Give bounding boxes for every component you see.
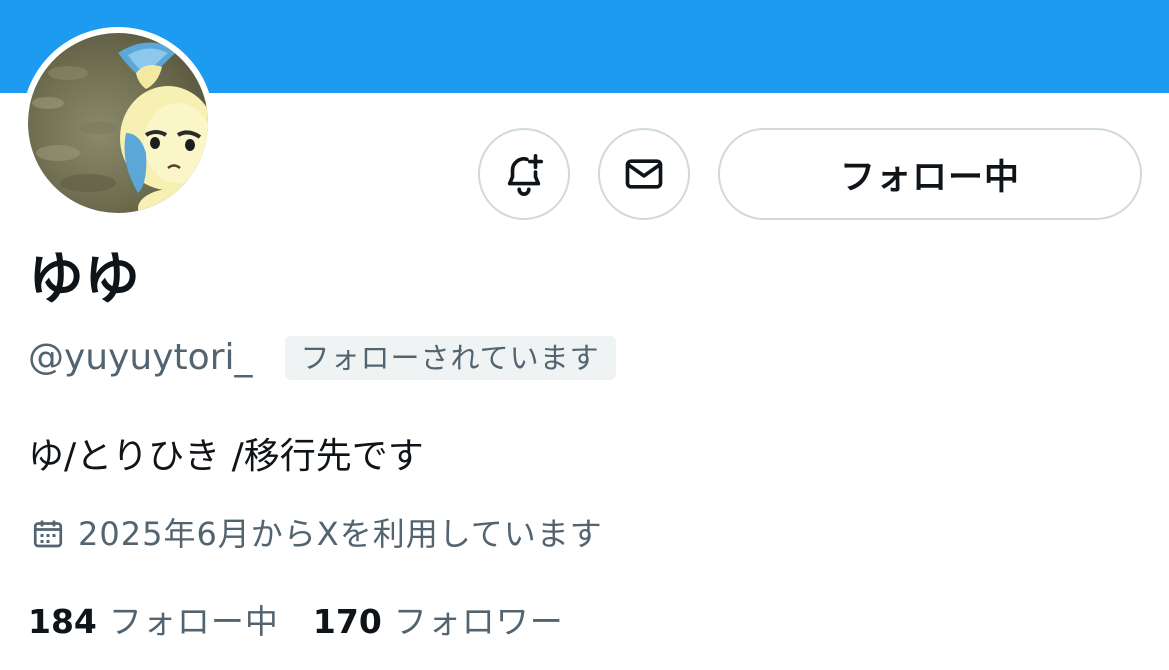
following-label: フォロー中 — [108, 602, 279, 641]
following-button[interactable]: フォロー中 — [718, 128, 1142, 220]
joined-date-row: 2025年6月からXを利用しています — [28, 512, 603, 556]
envelope-icon — [625, 159, 663, 189]
message-button[interactable] — [598, 128, 690, 220]
profile-page: フォロー中 ゆゆ @yuyuytori_ フォローされています ゆ/とりひき /… — [0, 0, 1169, 670]
follows-you-badge: フォローされています — [284, 336, 616, 380]
following-stat-link[interactable]: 184 フォロー中 — [28, 598, 279, 646]
followers-count: 170 — [312, 602, 382, 641]
bell-plus-icon — [507, 153, 544, 196]
user-handle: @yuyuytori_ — [28, 337, 253, 378]
avatar[interactable] — [22, 27, 214, 219]
followers-stat-link[interactable]: 170 フォロワー — [313, 598, 564, 646]
avatar-image — [28, 33, 208, 213]
joined-date-text: 2025年6月からXを利用しています — [78, 515, 603, 553]
display-name: ゆゆ — [28, 247, 140, 312]
following-button-label: フォロー中 — [839, 157, 1020, 198]
calendar-icon — [28, 514, 68, 554]
handle-row: @yuyuytori_ フォローされています — [28, 335, 616, 381]
profile-bio: ゆ/とりひき /移行先です — [28, 436, 424, 477]
following-count: 184 — [28, 602, 97, 641]
follow-stats: 184 フォロー中 170 フォロワー — [28, 598, 564, 646]
followers-label: フォロワー — [393, 602, 564, 641]
notification-button[interactable] — [478, 128, 570, 220]
